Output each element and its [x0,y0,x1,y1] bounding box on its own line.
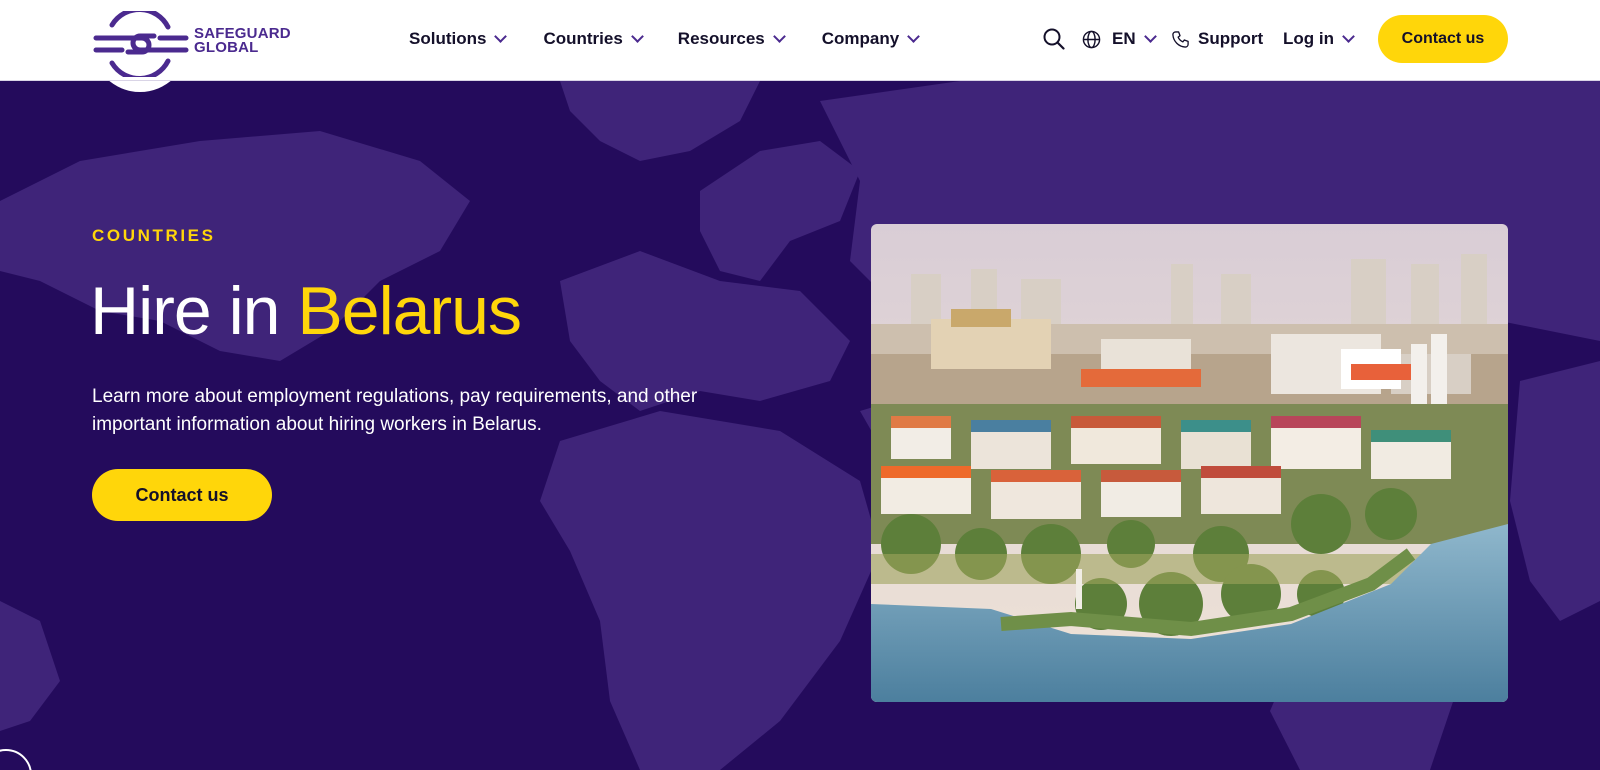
hero-section: COUNTRIES Hire in Belarus Learn more abo… [0,81,1600,770]
language-label: EN [1112,29,1136,48]
page-title: Hire in Belarus [90,271,522,351]
city-illustration [871,224,1508,702]
logo-wordmark: SAFEGUARD GLOBAL [194,26,291,56]
main-nav: Solutions Countries Resources Company [409,0,956,78]
section-eyebrow: COUNTRIES [92,226,216,245]
nav-item-company[interactable]: Company [821,29,921,49]
chevron-down-icon [630,30,644,43]
logo-icon [93,11,189,77]
nav-item-label: Resources [677,29,765,48]
chevron-down-icon [907,30,921,43]
nav-item-countries[interactable]: Countries [543,29,644,49]
hero-description: Learn more about employment regulations,… [92,386,698,435]
search-icon [1043,28,1065,50]
phone-icon [1172,30,1189,48]
header-contact-button[interactable]: Contact us [1378,15,1508,63]
nav-item-resources[interactable]: Resources [677,29,786,49]
site-header: SAFEGUARD GLOBAL Solutions Countries Res… [0,0,1600,81]
support-label: Support [1198,29,1264,48]
title-country: Belarus [297,273,522,349]
safeguard-logo[interactable]: SAFEGUARD GLOBAL [92,10,302,78]
chevron-down-icon [1143,30,1157,43]
logo-line-2: GLOBAL [194,39,259,56]
language-selector[interactable]: EN [1082,0,1157,78]
chevron-down-icon [494,30,508,43]
support-link[interactable]: Support [1171,0,1263,78]
chevron-down-icon [772,30,786,43]
city-photo [871,224,1508,702]
hero-contact-button[interactable]: Contact us [92,469,272,521]
title-prefix: Hire in [90,273,298,349]
nav-item-label: Company [821,29,900,48]
login-menu[interactable]: Log in [1283,0,1355,78]
nav-item-label: Solutions [409,29,487,48]
chevron-down-icon [1342,30,1355,43]
nav-item-solutions[interactable]: Solutions [409,29,508,49]
nav-item-label: Countries [543,29,623,48]
login-label: Log in [1283,29,1334,48]
globe-icon [1082,30,1101,48]
search-button[interactable] [1043,0,1065,78]
